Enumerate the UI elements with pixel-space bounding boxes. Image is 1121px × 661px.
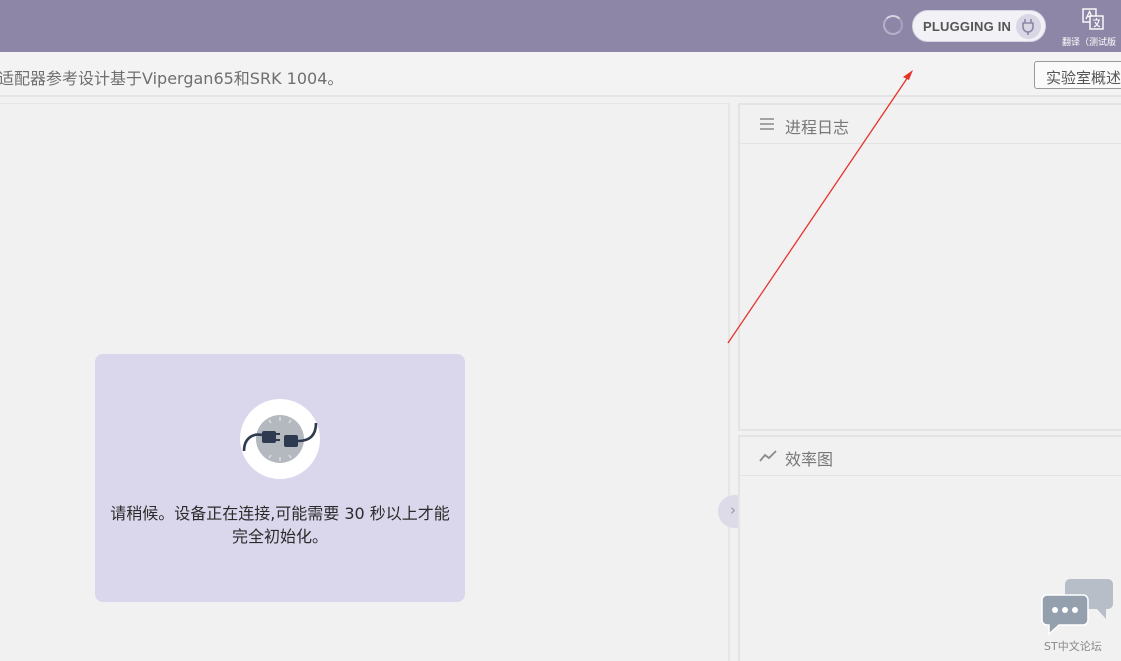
forum-watermark: ST中文论坛 xyxy=(1040,577,1120,657)
chat-bubble-icon xyxy=(1041,579,1113,635)
annotation-arrow xyxy=(727,70,913,344)
watermark-text: ST中文论坛 xyxy=(1044,640,1102,653)
